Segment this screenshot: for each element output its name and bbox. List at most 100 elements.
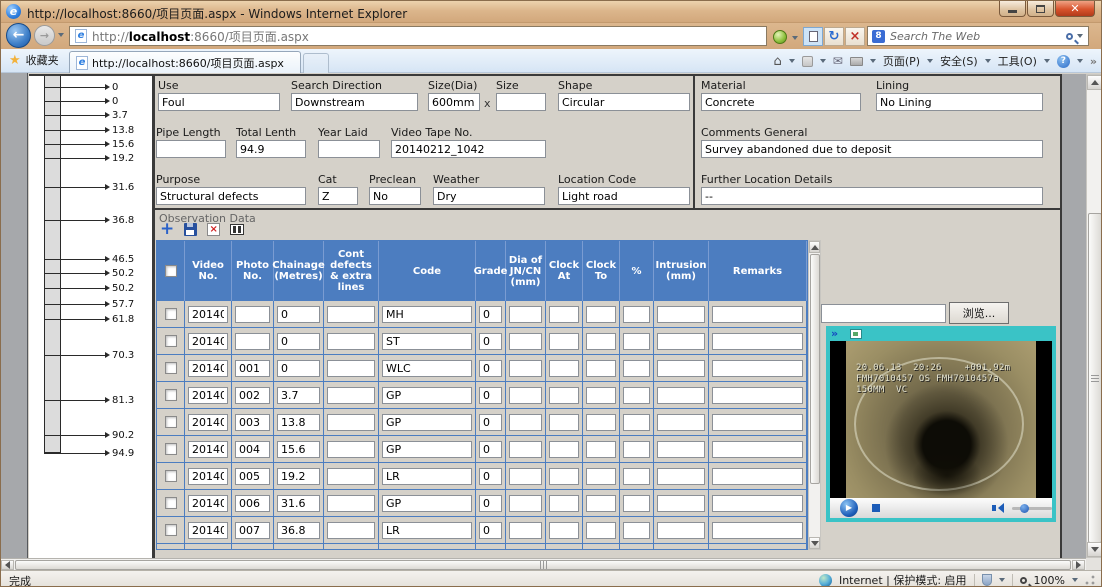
cell-photo-input[interactable] [235, 333, 270, 350]
help-dropdown-icon[interactable] [1077, 59, 1083, 63]
cell-pct-input[interactable] [623, 522, 650, 539]
security-dropdown-icon[interactable] [985, 59, 991, 63]
cell-clock_at-input[interactable] [549, 387, 579, 404]
cell-pct-input[interactable] [623, 387, 650, 404]
home-dropdown-icon[interactable] [789, 59, 795, 63]
cell-clock_to-input[interactable] [586, 549, 616, 551]
add-row-button[interactable]: + [160, 222, 174, 236]
page-scroll-left-icon[interactable] [1, 560, 14, 570]
size-input[interactable] [496, 93, 546, 111]
cell-clock_to-input[interactable] [586, 387, 616, 404]
help-icon[interactable]: ? [1057, 55, 1070, 68]
cell-dia-input[interactable] [509, 495, 542, 512]
cell-grade-input[interactable] [479, 468, 502, 485]
cell-chainage-input[interactable] [277, 468, 320, 485]
cell-intrusion-input[interactable] [657, 333, 705, 350]
location-code-input[interactable] [558, 187, 690, 205]
video-frame[interactable]: 20.06.13 20:26 +001.92mFMH7010457 OS FMH… [830, 341, 1052, 498]
cell-pct-input[interactable] [623, 333, 650, 350]
row-checkbox[interactable] [165, 443, 177, 455]
cell-code-input[interactable] [382, 387, 472, 404]
cell-clock_to-input[interactable] [586, 468, 616, 485]
protection-dropdown-icon[interactable] [999, 578, 1005, 582]
cell-video-input[interactable] [188, 306, 228, 323]
page-scroll-right-icon[interactable] [1072, 560, 1085, 570]
cell-cont-input[interactable] [327, 522, 375, 539]
cell-cont-input[interactable] [327, 387, 375, 404]
save-button[interactable] [184, 223, 197, 236]
cell-dia-input[interactable] [509, 522, 542, 539]
cell-intrusion-input[interactable] [657, 522, 705, 539]
cell-grade-input[interactable] [479, 333, 502, 350]
cell-video-input[interactable] [188, 333, 228, 350]
suggested-sites-dropdown-icon[interactable] [792, 36, 798, 40]
cell-dia-input[interactable] [509, 306, 542, 323]
address-input[interactable]: e http://localhost:8660/项目页面.aspx [69, 26, 767, 46]
cell-clock_to-input[interactable] [586, 414, 616, 431]
stop-button[interactable]: × [845, 27, 865, 46]
cell-chainage-input[interactable] [277, 333, 320, 350]
cell-grade-input[interactable] [479, 495, 502, 512]
close-button[interactable]: ✕ [1055, 1, 1095, 17]
cell-video-input[interactable] [188, 522, 228, 539]
video-capture-button[interactable] [230, 224, 244, 235]
cell-cont-input[interactable] [327, 306, 375, 323]
cell-dia-input[interactable] [509, 549, 542, 551]
cell-clock_at-input[interactable] [549, 306, 579, 323]
cell-clock_to-input[interactable] [586, 306, 616, 323]
cell-cont-input[interactable] [327, 468, 375, 485]
browse-button[interactable]: 浏览... [949, 302, 1009, 324]
cell-clock_at-input[interactable] [549, 468, 579, 485]
cell-clock_at-input[interactable] [549, 360, 579, 377]
video-file-input[interactable] [821, 304, 946, 323]
page-scrollbar-thumb[interactable] [1088, 213, 1102, 543]
cell-intrusion-input[interactable] [657, 468, 705, 485]
row-checkbox[interactable] [165, 470, 177, 482]
cell-clock_at-input[interactable] [549, 333, 579, 350]
feed-dropdown-icon[interactable] [820, 59, 826, 63]
cell-dia-input[interactable] [509, 360, 542, 377]
tools-dropdown-icon[interactable] [1044, 59, 1050, 63]
cell-remarks-input[interactable] [712, 495, 803, 512]
cell-pct-input[interactable] [623, 306, 650, 323]
forward-button[interactable]: → [34, 25, 55, 46]
weather-input[interactable] [433, 187, 545, 205]
cell-pct-input[interactable] [623, 441, 650, 458]
zoom-icon[interactable] [1020, 577, 1027, 584]
cell-cont-input[interactable] [327, 549, 375, 551]
tab-active[interactable]: e http://localhost:8660/项目页面.aspx [69, 51, 301, 73]
scroll-down-icon[interactable] [809, 537, 820, 549]
cell-photo-input[interactable] [235, 360, 270, 377]
volume-icon[interactable] [992, 503, 1004, 513]
page-dropdown-icon[interactable] [927, 59, 933, 63]
cell-pct-input[interactable] [623, 549, 650, 551]
cell-code-input[interactable] [382, 468, 472, 485]
cell-grade-input[interactable] [479, 414, 502, 431]
history-dropdown-icon[interactable] [58, 33, 64, 37]
cell-dia-input[interactable] [509, 441, 542, 458]
protection-icon[interactable] [982, 574, 992, 586]
cell-photo-input[interactable] [235, 522, 270, 539]
cell-dia-input[interactable] [509, 333, 542, 350]
cell-intrusion-input[interactable] [657, 360, 705, 377]
page-scroll-down-icon[interactable] [1087, 542, 1102, 557]
row-checkbox[interactable] [165, 416, 177, 428]
size-dia-input[interactable] [428, 93, 480, 111]
rss-feed-icon[interactable] [802, 56, 813, 67]
new-tab-button[interactable] [303, 53, 329, 73]
table-scrollbar[interactable] [808, 240, 821, 550]
cell-pct-input[interactable] [623, 360, 650, 377]
print-icon[interactable] [850, 57, 863, 66]
compatibility-view-button[interactable] [803, 27, 823, 46]
cell-clock_to-input[interactable] [586, 522, 616, 539]
cell-chainage-input[interactable] [277, 414, 320, 431]
volume-slider[interactable] [1012, 507, 1052, 510]
row-checkbox[interactable] [165, 389, 177, 401]
cell-pct-input[interactable] [623, 414, 650, 431]
cell-grade-input[interactable] [479, 522, 502, 539]
cell-chainage-input[interactable] [277, 360, 320, 377]
purpose-input[interactable] [156, 187, 306, 205]
menu-page[interactable]: 页面(P) [883, 53, 920, 69]
page-scroll-up-icon[interactable] [1087, 75, 1102, 90]
cell-chainage-input[interactable] [277, 495, 320, 512]
